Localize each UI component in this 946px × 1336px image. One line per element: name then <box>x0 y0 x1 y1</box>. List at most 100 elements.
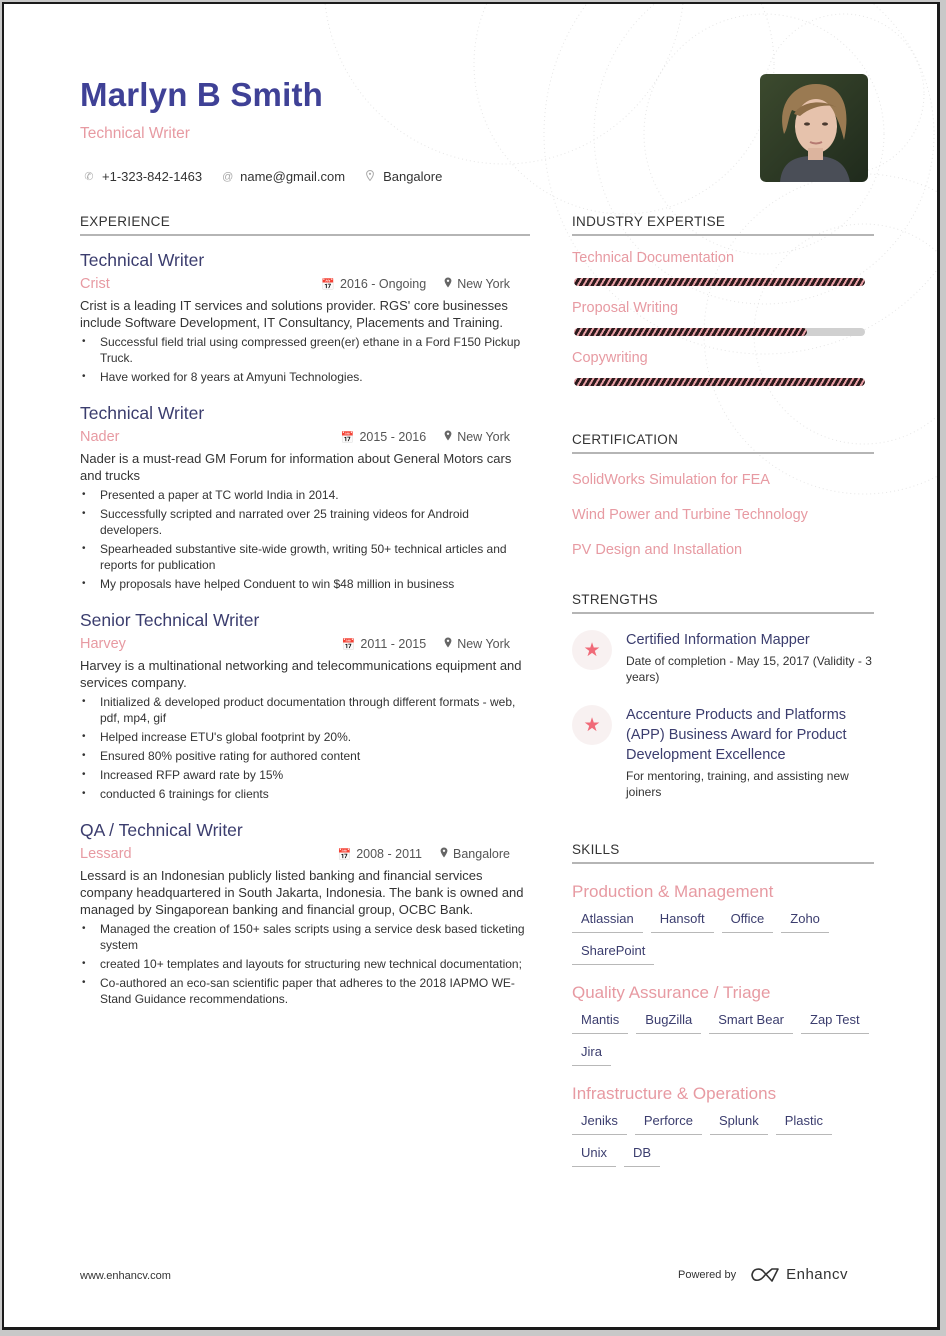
brand-name: Enhancv <box>786 1266 848 1283</box>
skill-tag: DB <box>624 1145 661 1167</box>
job-entry: Senior Technical Writer Harvey 📅 2011 - 2… <box>80 610 530 802</box>
phone-value: +1-323-842-1463 <box>102 169 203 184</box>
right-column: INDUSTRY EXPERTISE Technical Documentati… <box>572 214 874 1167</box>
skill-tags: Jeniks Perforce Splunk Plastic Unix DB <box>572 1113 872 1167</box>
expertise-bar-fill <box>574 328 807 336</box>
skill-tag: Splunk <box>710 1113 768 1135</box>
job-meta: Harvey 📅 2011 - 2015 New York <box>80 636 530 652</box>
job-meta: Crist 📅 2016 - Ongoing New York <box>80 276 530 292</box>
company-name: Nader <box>80 429 120 445</box>
skill-tag: Office <box>721 911 774 933</box>
job-location: New York <box>457 430 510 444</box>
job-meta: Lessard 📅 2008 - 2011 Bangalore <box>80 846 530 862</box>
location-pin-icon <box>444 430 452 444</box>
job-dates: 2015 - 2016 <box>359 430 427 444</box>
skill-tag: Zap Test <box>801 1012 869 1034</box>
job-description: Lessard is an Indonesian publicly listed… <box>80 868 524 917</box>
bullet-item: Ensured 80% positive rating for authored… <box>80 748 530 764</box>
calendar-icon: 📅 <box>337 848 352 861</box>
job-description: Harvey is a multinational networking and… <box>80 658 522 690</box>
contact-phone: ✆ +1-323-842-1463 <box>84 169 202 184</box>
strength-title: Accenture Products and Platforms (APP) B… <box>626 707 847 763</box>
job-meta: Nader 📅 2015 - 2016 New York <box>80 429 530 445</box>
job-entry: QA / Technical Writer Lessard 📅 2008 - 20… <box>80 820 530 1007</box>
skill-tag: Jeniks <box>572 1113 627 1135</box>
skill-group-title: Production & Management <box>572 882 774 901</box>
bullet-item: Have worked for 8 years at Amyuni Techno… <box>80 369 530 385</box>
certification-list: SolidWorks Simulation for FEA Wind Power… <box>572 472 874 558</box>
expertise-bar <box>574 278 865 286</box>
calendar-icon: 📅 <box>341 638 356 651</box>
bullet-item: Increased RFP award rate by 15% <box>80 767 530 783</box>
job-bullets: Successful field trial using compressed … <box>80 334 530 385</box>
skill-tag: SharePoint <box>572 943 655 965</box>
strengths-heading: STRENGTHS <box>572 592 874 614</box>
skill-tag: Smart Bear <box>709 1012 794 1034</box>
skill-tag: Jira <box>572 1044 611 1066</box>
certification-heading: CERTIFICATION <box>572 432 874 454</box>
expertise-item: Copywriting <box>572 350 874 386</box>
email-value[interactable]: name@gmail.com <box>240 169 345 184</box>
job-dates: 2016 - Ongoing <box>340 277 427 291</box>
footer-website-link[interactable]: www.enhancv.com <box>80 1270 171 1282</box>
skills-heading: SKILLS <box>572 842 874 864</box>
skill-group-title: Quality Assurance / Triage <box>572 983 771 1002</box>
profile-photo <box>760 74 868 182</box>
strength-item: ★ Accenture Products and Platforms (APP)… <box>572 705 874 800</box>
bullet-item: conducted 6 trainings for clients <box>80 786 530 802</box>
job-dates: 2008 - 2011 <box>356 847 422 861</box>
skills-section: SKILLS Production & Management Atlassian… <box>572 842 874 1167</box>
expertise-item: Technical Documentation <box>572 250 874 286</box>
company-name: Lessard <box>80 846 132 862</box>
job-bullets: Presented a paper at TC world India in 2… <box>80 487 530 592</box>
job-description: Nader is a must-read GM Forum for inform… <box>80 451 512 483</box>
job-bullets: Managed the creation of 150+ sales scrip… <box>80 921 530 1007</box>
strength-title: Certified Information Mapper <box>626 632 810 648</box>
location-pin-icon <box>444 277 452 291</box>
skill-tag: Mantis <box>572 1012 629 1034</box>
certification-item: PV Design and Installation <box>572 542 743 558</box>
job-location: New York <box>457 277 510 291</box>
job-title: Senior Technical Writer <box>80 610 260 630</box>
job-description: Crist is a leading IT services and solut… <box>80 298 508 330</box>
job-title: QA / Technical Writer <box>80 820 243 840</box>
contact-email[interactable]: @ name@gmail.com <box>222 169 345 184</box>
experience-heading: EXPERIENCE <box>80 214 530 236</box>
resume-page: Marlyn B Smith Technical Writer ✆ +1-323… <box>2 2 940 1330</box>
contact-row: ✆ +1-323-842-1463 @ name@gmail.com Banga… <box>84 169 442 184</box>
job-title: Technical Writer <box>80 250 205 270</box>
expertise-bar <box>574 378 865 386</box>
skill-tags: Atlassian Hansoft Office Zoho SharePoint <box>572 911 872 965</box>
job-dates: 2011 - 2015 <box>360 637 427 651</box>
expertise-bar-fill <box>574 278 865 286</box>
strengths-section: STRENGTHS ★ Certified Information Mapper… <box>572 592 874 800</box>
brand-logo[interactable]: Enhancv <box>750 1266 848 1283</box>
job-title: Technical Writer <box>80 403 205 423</box>
bullet-item: Presented a paper at TC world India in 2… <box>80 487 530 503</box>
skill-tag: Zoho <box>781 911 829 933</box>
expertise-label: Proposal Writing <box>572 300 679 316</box>
skill-tag: Hansoft <box>650 911 714 933</box>
strength-description: For mentoring, training, and assisting n… <box>626 769 849 799</box>
expertise-bar-fill <box>574 378 865 386</box>
bullet-item: My proposals have helped Conduent to win… <box>80 576 530 592</box>
at-icon: @ <box>222 170 234 183</box>
bullet-item: created 10+ templates and layouts for st… <box>80 956 530 972</box>
bullet-item: Successfully scripted and narrated over … <box>80 506 530 538</box>
job-entry: Technical Writer Nader 📅 2015 - 2016 New … <box>80 403 530 592</box>
location-pin-icon <box>365 169 375 184</box>
strength-item: ★ Certified Information Mapper Date of c… <box>572 630 874 685</box>
skill-tag: Plastic <box>775 1113 833 1135</box>
certification-section: CERTIFICATION SolidWorks Simulation for … <box>572 432 874 558</box>
skill-tags: Mantis BugZilla Smart Bear Zap Test Jira <box>572 1012 872 1066</box>
expertise-item: Proposal Writing <box>572 300 874 336</box>
skill-tag: BugZilla <box>636 1012 702 1034</box>
powered-by-label: Powered by <box>678 1268 737 1281</box>
candidate-name: Marlyn B Smith <box>80 76 324 113</box>
location-pin-icon <box>440 847 448 861</box>
footer-branding[interactable]: Powered by Enhancv <box>678 1266 848 1283</box>
star-icon: ★ <box>572 630 612 670</box>
expertise-label: Copywriting <box>572 350 648 366</box>
company-name: Harvey <box>80 636 126 652</box>
certification-item: Wind Power and Turbine Technology <box>572 507 808 523</box>
